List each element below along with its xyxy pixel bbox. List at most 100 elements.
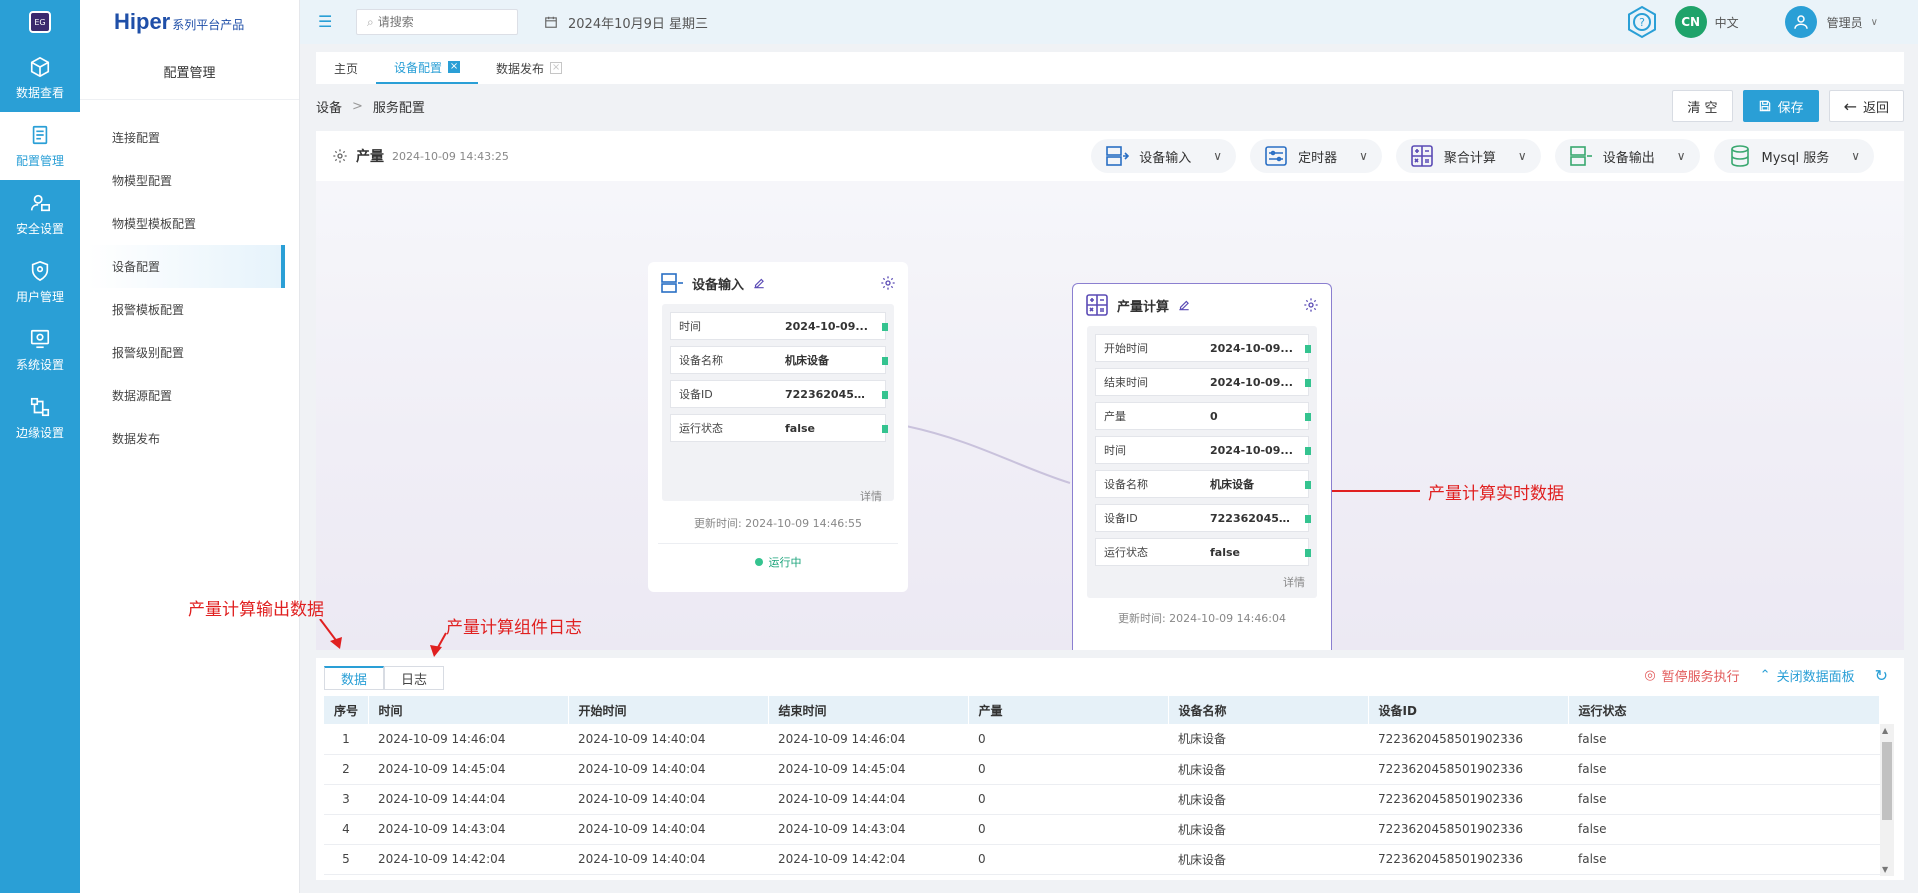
component-timer[interactable]: 定时器 ∨ [1250,139,1382,173]
gear-icon[interactable] [1303,297,1319,313]
table-cell: 2024-10-09 14:46:04 [368,724,568,755]
component-label: 设备输出 [1602,150,1655,166]
subnav-item-connection[interactable]: 连接配置 [80,116,299,159]
table-row[interactable]: 1 2024-10-09 14:46:04 2024-10-09 14:40:04 2… [324,724,1880,755]
component-device-output[interactable]: 设备输出 ∨ [1554,139,1700,173]
edge-network-icon [30,397,50,416]
table-cell: 2024-10-09 14:46:04 [768,724,968,755]
subnav-item-alarm-template[interactable]: 报警模板配置 [80,288,299,331]
output-port[interactable] [882,391,888,399]
output-port[interactable] [1305,515,1311,523]
clear-button[interactable]: 清 空 [1672,90,1733,122]
gear-icon[interactable] [880,275,896,291]
node-field[interactable]: 产量 0 [1095,402,1311,430]
rail-item-data-view[interactable]: 数据查看 [0,44,80,112]
refresh-icon[interactable]: ↻ [1875,666,1888,685]
menu-toggle-icon[interactable]: ☰ [318,14,334,30]
node-production-calc[interactable]: 产量计算 开始时间 2024-10-09... 结束时间 2024-10-09...… [1072,283,1332,650]
table-row[interactable]: 4 2024-10-09 14:43:04 2024-10-09 14:40:04 2… [324,814,1880,845]
node-field[interactable]: 设备名称 机床设备 [670,346,888,374]
table-scrollbar[interactable]: ▲ ▼ [1880,724,1894,876]
detail-link[interactable]: 详情 [1095,572,1309,594]
user-name[interactable]: 管理员 [1827,14,1863,31]
output-port[interactable] [1305,345,1311,353]
output-port[interactable] [1305,481,1311,489]
rail-item-system[interactable]: 系统设置 [0,316,80,384]
node-field[interactable]: 设备名称 机床设备 [1095,470,1311,498]
output-port[interactable] [1305,379,1311,387]
node-field[interactable]: 结束时间 2024-10-09... [1095,368,1311,396]
close-panel-button[interactable]: ⌃ 关闭数据面板 [1760,666,1855,685]
table-cell: 0 [968,724,1168,755]
tab-log[interactable]: 日志 [384,666,445,690]
subnav-item-data-publish[interactable]: 数据发布 [80,417,299,460]
close-icon[interactable]: × [448,61,461,73]
node-field[interactable]: 运行状态 false [1095,538,1311,566]
pause-service-button[interactable]: ◎ 暂停服务执行 [1644,666,1739,685]
table-row[interactable]: 5 2024-10-09 14:42:04 2024-10-09 14:40:04 2… [324,844,1880,875]
subnav-item-alarm-level[interactable]: 报警级别配置 [80,331,299,374]
rail-item-config[interactable]: 配置管理 [0,112,80,180]
help-hexagon-icon[interactable]: ? [1625,5,1659,39]
tab-device-config[interactable]: 设备配置 × [376,52,479,84]
node-field[interactable]: 设备ID 7223620458... [670,380,888,408]
chevron-down-icon: ∨ [1359,149,1368,163]
tab-label: 主页 [334,61,359,76]
column-header: 结束时间 [768,696,969,724]
node-device-input[interactable]: 设备输入 时间 2024-10-09... 设备名称 机床设备 设备ID 722362… [648,262,908,592]
scrollbar-thumb[interactable] [1882,742,1892,820]
clear-label: 清 空 [1687,100,1718,116]
table-cell: 7223620458501902336 [1368,784,1568,815]
edit-icon[interactable] [752,276,766,290]
flow-toolbar: 产量 2024-10-09 14:43:25 设备输入 ∨ 定时器 ∨ 聚合计算 ∨ … [316,131,1904,181]
annotation-output-data: 产量计算输出数据 [188,600,324,620]
subnav-item-device-config[interactable]: 设备配置 [88,245,285,288]
table-cell: 机床设备 [1168,724,1368,755]
subnav-item-datasource[interactable]: 数据源配置 [80,374,299,417]
subnav-item-model-template[interactable]: 物模型模板配置 [80,202,299,245]
close-icon[interactable]: × [550,62,563,74]
field-key: 设备名称 [1104,478,1148,491]
search-input[interactable] [377,15,498,29]
table-cell: 机床设备 [1168,814,1368,845]
output-port[interactable] [882,323,888,331]
breadcrumb-root[interactable]: 设备 [316,97,342,116]
table-row[interactable]: 2 2024-10-09 14:45:04 2024-10-09 14:40:04 2… [324,754,1880,785]
node-field[interactable]: 开始时间 2024-10-09... [1095,334,1311,362]
tab-data[interactable]: 数据 [324,666,385,690]
output-port[interactable] [1305,413,1311,421]
node-field[interactable]: 运行状态 false [670,414,888,442]
scroll-down-icon[interactable]: ▼ [1882,865,1888,874]
subnav-item-model[interactable]: 物模型配置 [80,159,299,202]
node-field[interactable]: 时间 2024-10-09... [1095,436,1311,464]
node-field[interactable]: 设备ID 7223620458... [1095,504,1311,532]
rail-item-security[interactable]: 安全设置 [0,180,80,248]
language-label[interactable]: 中文 [1715,14,1739,31]
output-port[interactable] [882,357,888,365]
back-button[interactable]: ← 返回 [1828,90,1904,122]
language-badge[interactable]: CN [1674,6,1707,38]
table-cell: 2 [324,754,368,785]
scroll-up-icon[interactable]: ▲ [1882,726,1888,735]
save-button[interactable]: 保存 [1742,90,1819,122]
rail-item-edge[interactable]: 边缘设置 [0,384,80,452]
rail-item-users[interactable]: 用户管理 [0,248,80,316]
component-device-input[interactable]: 设备输入 ∨ [1091,139,1237,173]
table-cell: 机床设备 [1168,784,1368,815]
edit-icon[interactable] [1177,298,1191,312]
output-port[interactable] [1305,447,1311,455]
chevron-down-icon[interactable]: ∨ [1871,17,1878,28]
component-mysql[interactable]: Mysql 服务 ∨ [1713,139,1874,173]
search-box[interactable]: ⌕ [356,9,518,35]
field-value: 机床设备 [785,354,829,367]
component-aggregate[interactable]: 聚合计算 ∨ [1395,139,1541,173]
output-port[interactable] [882,425,888,433]
gear-icon[interactable] [332,148,348,164]
avatar[interactable] [1784,6,1817,38]
output-port[interactable] [1305,549,1311,557]
tab-home[interactable]: 主页 [316,52,376,84]
node-field[interactable]: 时间 2024-10-09... [670,312,888,340]
table-row[interactable]: 3 2024-10-09 14:44:04 2024-10-09 14:40:04 2… [324,784,1880,815]
tab-data-publish[interactable]: 数据发布 × [478,52,580,84]
flow-canvas[interactable]: 产量 2024-10-09 14:43:25 设备输入 ∨ 定时器 ∨ 聚合计算 ∨ … [188,131,1904,657]
